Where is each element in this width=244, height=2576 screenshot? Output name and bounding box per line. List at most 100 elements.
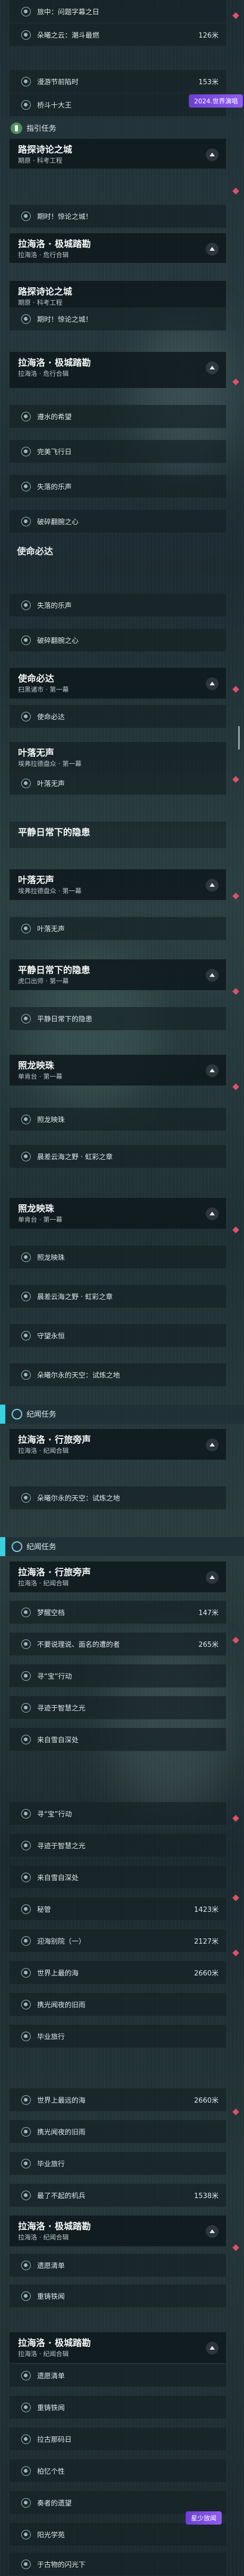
quest-row[interactable]: 寻“宝”行动 [10,1664,226,1688]
event-badge[interactable]: 星少放闻 [186,2511,222,2525]
quest-group-header[interactable]: 路探诗论之城 期原 · 科考工程 [10,281,226,307]
quest-row[interactable]: 晨差云海之野 · 虹彩之章 [10,1285,226,1308]
quest-row[interactable]: 秘管 1423米 [10,1898,226,1921]
quest-row[interactable]: 最了不起的机兵 1538米 [10,2184,226,2207]
quest-group-header[interactable]: 叶落无声 埃弗拉德盘众 · 第一幕 [10,742,226,772]
collapse-chevron-icon[interactable] [206,2342,219,2354]
quest-row[interactable]: 晨差云海之野 · 虹彩之章 [10,1145,226,1168]
quest-row[interactable]: 柏忆个性 [10,2459,226,2483]
scroll-indicator[interactable] [238,726,240,749]
collapse-chevron-icon[interactable] [206,1064,219,1077]
quest-row[interactable]: 寻“宝”行动 [10,1802,226,1825]
quest-row[interactable]: 叶落无声 [10,772,226,795]
quest-row[interactable]: 叶落无声 [10,917,226,940]
quest-group-header[interactable]: 拉海洛 · 极城踏勘 拉海洛 · 危行合辑 [10,233,226,263]
quest-group-header[interactable]: 照龙映珠 单肯台 · 第一幕 [10,1055,226,1086]
collapse-chevron-icon[interactable] [206,1207,219,1220]
quest-row[interactable]: 平静日常下的隐患 [10,1007,226,1030]
quest-row[interactable]: 拉古那码日 [10,2428,226,2451]
tracking-marker-icon [232,776,239,783]
quest-icon [21,924,31,933]
collapse-chevron-icon[interactable] [206,1571,219,1584]
quest-row[interactable]: 失落的乐声 [10,475,226,498]
quest-group-header[interactable]: 拉海洛 · 极城踏勘 拉海洛 · 纪闻合辑 [10,2216,226,2246]
quest-group-header[interactable]: 叶落无声 埃弗拉德盘众 · 第一幕 [10,869,226,900]
quest-row[interactable]: 遗愿清单 [10,2364,226,2387]
collapse-chevron-icon[interactable] [206,2225,219,2238]
quest-group-header[interactable]: 使命必达 扫黑诸市 · 第一幕 [10,668,226,699]
quest-row[interactable]: 寻迹于智慧之光 [10,1696,226,1719]
collapse-chevron-icon[interactable] [206,969,219,982]
quest-row[interactable]: 寻迹于智慧之光 [10,1834,226,1857]
collapse-chevron-icon[interactable] [206,677,219,690]
quest-row[interactable]: 来自雪自深处 [10,1728,226,1751]
quest-label: 失落的乐声 [37,483,72,491]
quest-row[interactable]: 携光闻夜的旧雨 [10,2120,226,2143]
quest-row[interactable]: 照龙映珠 [10,1108,226,1131]
quest-icon [21,1115,31,1124]
quest-group-header[interactable]: 平静日常下的隐患 虎口出师 · 第一幕 [10,959,226,990]
event-badge[interactable]: 2024.世界演唱 [189,94,243,108]
section-side-quests[interactable]: 纪闻任务 [0,1537,244,1556]
quest-row[interactable]: 来自雪自深处 [10,1866,226,1889]
quest-row[interactable]: 世界上最的海 2660米 [10,1961,226,1984]
quest-group-header[interactable]: 平静日常下的隐患 [10,822,226,848]
quest-row[interactable]: 期时！惊论之城！ [10,205,226,228]
quest-row[interactable]: 毕业旅行 [10,2025,226,2048]
collapse-chevron-icon[interactable] [206,879,219,892]
group-subtitle: 期原 · 科考工程 [18,157,63,164]
quest-row[interactable]: 遗愿清单 [10,2254,226,2277]
quest-row[interactable]: 阳光学苑 [10,2523,226,2546]
quest-row[interactable]: 完美飞行日 [10,440,226,463]
quest-row[interactable]: 重铸铁闻 [10,2396,226,2419]
quest-row[interactable]: 朵曦之云：潮斗最燃 126米 [10,23,226,47]
section-guided-tasks[interactable]: 指引任务 [0,119,244,138]
section-side-quests[interactable]: 纪闻任务 [0,1405,244,1424]
quest-label: 期时！惊论之城！ [37,316,93,324]
section-title: 使命必达 [0,541,244,560]
quest-label: 叶落无声 [37,780,65,788]
quest-icon [21,2403,31,2412]
quest-group-header[interactable]: 路探诗论之城 期原 · 科考工程 [10,139,226,169]
quest-row[interactable]: 照龙映珠 [10,1246,226,1269]
section-label: 指引任务 [27,125,56,133]
quest-row[interactable]: 于古物的闪光下 [10,2553,226,2576]
collapse-chevron-icon[interactable] [206,148,219,161]
quest-group-header[interactable]: 拉海洛 · 极城踏勘 拉海洛 · 纪闻合辑 [10,2332,226,2363]
quest-row[interactable]: 旅中：问题字幕之日 [10,0,226,23]
quest-label: 遗愿清单 [37,2262,65,2270]
quest-row[interactable]: 使命必达 [10,705,226,728]
quest-row[interactable]: 破碎翻腕之心 [10,629,226,652]
quest-row[interactable]: 重铸铁闻 [10,2284,226,2308]
quest-icon [21,314,31,324]
quest-row[interactable]: 守望永恒 [10,1324,226,1347]
quest-row[interactable]: 遵水的希望 [10,405,226,428]
quest-label: 寻迹于智慧之光 [37,1705,86,1713]
collapse-chevron-icon[interactable] [206,1439,219,1451]
quest-row[interactable]: 漫游节前陷时 153米 [10,70,226,93]
quest-row[interactable]: 朵曦尔永的天空：试炼之地 [10,1486,226,1510]
group-title: 拉海洛 · 极城踏勘 [18,358,91,368]
quest-row[interactable]: 不要说理说、面名的遭的者 265米 [10,1633,226,1656]
quest-icon [21,1735,31,1744]
quest-row[interactable]: 朵曦尔永的天空：试炼之地 [10,1363,226,1387]
quest-group-header[interactable]: 拉海洛 · 行旅旁声 拉海洛 · 纪闻合辑 [10,1429,226,1460]
quest-icon [21,1809,31,1819]
quest-group-header[interactable]: 拉海洛 · 极城踏勘 拉海洛 · 危行合辑 [10,352,226,388]
quest-label: 世界上最的海 [37,1970,79,1978]
quest-row[interactable]: 梦醒空档 147米 [10,1601,226,1624]
quest-row[interactable]: 携光闻夜的旧雨 [10,1993,226,2016]
quest-row[interactable]: 期时！惊论之城！ [10,307,226,331]
collapse-chevron-icon[interactable] [206,243,219,255]
quest-row[interactable]: 破碎翻腕之心 [10,510,226,533]
quest-label: 期时！惊论之城！ [37,213,93,221]
collapse-chevron-icon[interactable] [206,361,219,374]
quest-label: 世界上最远的海 [37,2097,86,2105]
quest-group-header[interactable]: 照龙映珠 单肯台 · 第一幕 [10,1198,226,1229]
quest-group-header[interactable]: 拉海洛 · 行旅旁声 拉海洛 · 纪闻合辑 [10,1562,226,1592]
quest-row[interactable]: 世界上最远的海 2660米 [10,2088,226,2112]
quest-label: 漫游节前陷时 [37,78,79,86]
quest-row[interactable]: 失落的乐声 [10,594,226,617]
quest-row[interactable]: 迎海别院（一） 2127米 [10,1929,226,1953]
quest-row[interactable]: 毕业旅行 [10,2152,226,2175]
